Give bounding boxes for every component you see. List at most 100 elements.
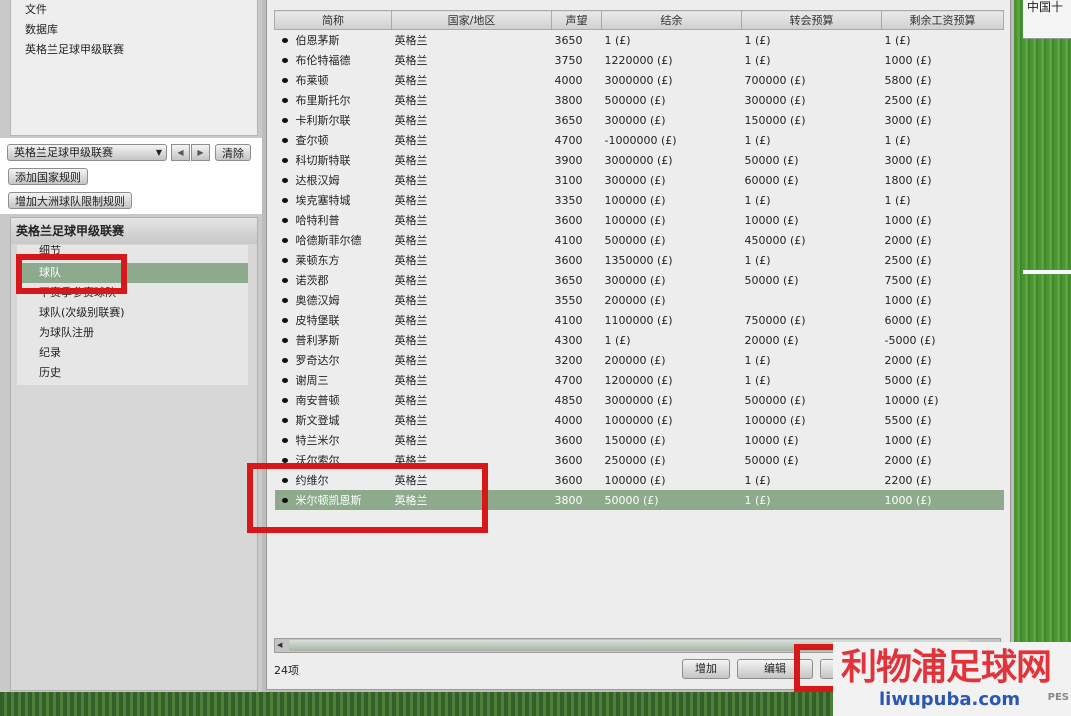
team-name-cell: 沃尔索尔 xyxy=(275,450,392,470)
chevron-down-icon: ▼ xyxy=(155,148,162,157)
nation-cell-text: 英格兰 xyxy=(394,354,428,367)
reputation-cell-text: 3100 xyxy=(554,173,583,187)
team-name-cell: 科切斯特联 xyxy=(275,150,392,170)
add-country-rule-button[interactable]: 添加国家规则 xyxy=(8,168,88,185)
menu-item-details[interactable]: 细节 xyxy=(17,245,248,263)
reputation-cell: 3650 xyxy=(552,270,602,290)
nation-cell-text: 英格兰 xyxy=(394,454,428,467)
balance-cell-text: 200000 (£) xyxy=(604,353,666,367)
nation-cell: 英格兰 xyxy=(392,90,552,110)
table-row[interactable]: 哈特利普 英格兰 3600 100000 (£) 10000 (£) 1000 (£) xyxy=(275,210,1004,230)
menu-item-history[interactable]: 历史 xyxy=(17,363,248,383)
table-row[interactable]: 莱顿东方 英格兰 3600 1350000 (£) 1 (£) 2500 (£) xyxy=(275,250,1004,270)
table-row[interactable]: 南安普顿 英格兰 4850 3000000 (£) 500000 (£) 10000 (£… xyxy=(275,390,1004,410)
reputation-cell: 3100 xyxy=(552,170,602,190)
next-arrow-button[interactable]: ▶ xyxy=(191,144,210,161)
nation-cell: 英格兰 xyxy=(392,250,552,270)
transfer-budget-cell-text: 150000 (£) xyxy=(744,113,806,127)
nation-cell: 英格兰 xyxy=(392,270,552,290)
column-header-balance[interactable]: 结余 xyxy=(601,10,742,30)
balance-cell-text: 3000000 (£) xyxy=(604,73,673,87)
team-name-cell: 约维尔 xyxy=(275,470,392,490)
table-row[interactable]: 斯文登城 英格兰 4000 1000000 (£) 100000 (£) 5500 (£) xyxy=(275,410,1004,430)
table-row[interactable]: 约维尔 英格兰 3600 100000 (£) 1 (£) 2200 (£) xyxy=(275,470,1004,490)
clear-button[interactable]: 清除 xyxy=(215,144,251,161)
table-row[interactable]: 达根汉姆 英格兰 3100 300000 (£) 60000 (£) 1800 (£) xyxy=(275,170,1004,190)
scroll-left-icon[interactable]: ◀ xyxy=(277,639,282,652)
balance-cell-text: 1350000 (£) xyxy=(604,253,673,267)
reputation-cell-text: 4700 xyxy=(554,373,583,387)
edit-button[interactable]: 编辑 xyxy=(737,659,813,679)
table-row[interactable]: 谢周三 英格兰 4700 1200000 (£) 1 (£) 5000 (£) xyxy=(275,370,1004,390)
add-button[interactable]: 增加 xyxy=(682,659,730,679)
table-row[interactable]: 诺茨郡 英格兰 3650 300000 (£) 50000 (£) 7500 (£) xyxy=(275,270,1004,290)
balance-cell: 1 (£) xyxy=(602,330,742,350)
table-row[interactable]: 特兰米尔 英格兰 3600 150000 (£) 10000 (£) 1000 (£) xyxy=(275,430,1004,450)
file-tree-item-file[interactable]: 文件 xyxy=(11,0,257,20)
row-bullet-icon xyxy=(281,438,288,443)
balance-cell: 500000 (£) xyxy=(602,90,742,110)
file-tree-item-league[interactable]: 英格兰足球甲级联赛 xyxy=(11,40,257,60)
column-header-wage-budget[interactable]: 剩余工资预算 xyxy=(881,10,1004,30)
table-row[interactable]: 埃克塞特城 英格兰 3350 100000 (£) 1 (£) 1 (£) xyxy=(275,190,1004,210)
league-dropdown[interactable]: 英格兰足球甲级联赛 ▼ xyxy=(7,144,167,161)
balance-cell-text: 500000 (£) xyxy=(604,233,666,247)
menu-item-register-teams[interactable]: 为球队注册 xyxy=(17,323,248,343)
column-header-name[interactable]: 简称 xyxy=(274,10,392,30)
reputation-cell: 4100 xyxy=(552,230,602,250)
add-continent-rule-button[interactable]: 增加大洲球队限制规则 xyxy=(8,192,132,209)
menu-item-records[interactable]: 纪录 xyxy=(17,343,248,363)
reputation-cell-text: 4300 xyxy=(554,333,583,347)
team-name-cell-text: 达根汉姆 xyxy=(295,174,340,187)
balance-cell: 1200000 (£) xyxy=(602,370,742,390)
transfer-budget-cell: 1 (£) xyxy=(742,190,882,210)
menu-item-teams[interactable]: 球队 xyxy=(17,263,248,283)
transfer-budget-cell: 10000 (£) xyxy=(742,430,882,450)
balance-cell: 100000 (£) xyxy=(602,190,742,210)
transfer-budget-cell: 1 (£) xyxy=(741,490,882,510)
table-row[interactable]: 米尔顿凯恩斯 英格兰 3800 50000 (£) 1 (£) 1000 (£) xyxy=(274,490,1004,510)
column-header-reputation[interactable]: 声望 xyxy=(551,10,602,30)
transfer-budget-cell-text: 10000 (£) xyxy=(744,213,799,227)
reputation-cell: 4700 xyxy=(552,130,602,150)
table-row[interactable]: 布里斯托尔 英格兰 3800 500000 (£) 300000 (£) 2500 (£) xyxy=(275,90,1004,110)
reputation-cell-text: 4850 xyxy=(554,393,583,407)
balance-cell: 1 (£) xyxy=(602,30,742,51)
column-header-transfer-budget[interactable]: 转会预算 xyxy=(741,10,882,30)
table-row[interactable]: 罗奇达尔 英格兰 3200 200000 (£) 1 (£) 2000 (£) xyxy=(275,350,1004,370)
reputation-cell-text: 3350 xyxy=(554,193,583,207)
row-bullet-icon xyxy=(281,38,288,43)
table-row[interactable]: 普利茅斯 英格兰 4300 1 (£) 20000 (£) -5000 (£) xyxy=(275,330,1004,350)
table-row[interactable]: 卡利斯尔联 英格兰 3650 300000 (£) 150000 (£) 3000 (£) xyxy=(275,110,1004,130)
wage-budget-cell: 5000 (£) xyxy=(882,370,1004,390)
prev-arrow-button[interactable]: ◀ xyxy=(171,144,190,161)
reputation-cell: 4000 xyxy=(552,70,602,90)
team-name-cell-text: 奥德汉姆 xyxy=(295,294,340,307)
nation-cell: 英格兰 xyxy=(392,210,552,230)
table-row[interactable]: 沃尔索尔 英格兰 3600 250000 (£) 50000 (£) 2000 (£) xyxy=(275,450,1004,470)
table-row[interactable]: 布莱顿 英格兰 4000 3000000 (£) 700000 (£) 5800 (£) xyxy=(275,70,1004,90)
reputation-cell: 3600 xyxy=(552,470,602,490)
nation-cell-text: 英格兰 xyxy=(394,94,428,107)
file-tree-item-database[interactable]: 数据库 xyxy=(11,20,257,40)
menu-item-lower-league-teams[interactable]: 球队(次级别联赛) xyxy=(17,303,248,323)
table-row[interactable]: 奥德汉姆 英格兰 3550 200000 (£) 1000 (£) xyxy=(275,290,1004,310)
table-row[interactable]: 皮特堡联 英格兰 4100 1100000 (£) 750000 (£) 6000 (£) xyxy=(275,310,1004,330)
reputation-cell: 3650 xyxy=(552,30,602,51)
table-row[interactable]: 伯恩茅斯 英格兰 3650 1 (£) 1 (£) 1 (£) xyxy=(275,30,1004,51)
table-row[interactable]: 科切斯特联 英格兰 3900 3000000 (£) 50000 (£) 3000 (£) xyxy=(275,150,1004,170)
wage-budget-cell-text: 3000 (£) xyxy=(884,113,932,127)
balance-cell-text: 3000000 (£) xyxy=(604,393,673,407)
column-header-nation[interactable]: 国家/地区 xyxy=(391,10,552,30)
table-row[interactable]: 哈德斯菲尔德 英格兰 4100 500000 (£) 450000 (£) 2000 (£… xyxy=(275,230,1004,250)
wage-budget-cell: 7500 (£) xyxy=(882,270,1004,290)
team-name-cell-text: 谢周三 xyxy=(295,374,329,387)
menu-item-next-season-teams[interactable]: 下赛季参赛球队 xyxy=(17,283,248,303)
reputation-cell: 4100 xyxy=(552,310,602,330)
nation-cell-text: 英格兰 xyxy=(394,294,428,307)
transfer-budget-cell: 100000 (£) xyxy=(742,410,882,430)
table-row[interactable]: 布伦特福德 英格兰 3750 1220000 (£) 1 (£) 1000 (£) xyxy=(275,50,1004,70)
transfer-budget-cell: 1 (£) xyxy=(742,50,882,70)
wage-budget-cell-text: 2200 (£) xyxy=(884,473,932,487)
table-row[interactable]: 查尔顿 英格兰 4700 -1000000 (£) 1 (£) 1 (£) xyxy=(275,130,1004,150)
